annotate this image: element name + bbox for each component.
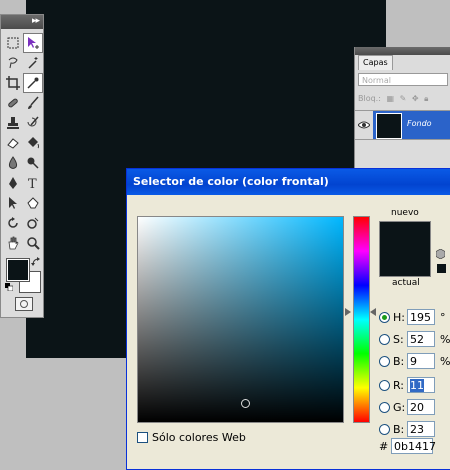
layer-name[interactable]: Fondo bbox=[407, 119, 432, 128]
3d-icon[interactable] bbox=[24, 214, 42, 232]
hue-radio[interactable] bbox=[379, 311, 390, 323]
hue-slider-left-arrow[interactable] bbox=[345, 308, 351, 316]
saturation-radio[interactable] bbox=[379, 333, 390, 345]
rotate-icon[interactable] bbox=[4, 214, 22, 232]
cube-icon[interactable] bbox=[436, 249, 445, 259]
lock-label: Bloq.: bbox=[358, 94, 381, 103]
blue-label: B: bbox=[393, 422, 405, 436]
hue-field-row: H: 195 ° bbox=[379, 308, 446, 326]
hue-unit: ° bbox=[440, 310, 446, 324]
green-radio[interactable] bbox=[379, 401, 390, 413]
lasso-icon[interactable] bbox=[4, 54, 22, 72]
foreground-color-swatch[interactable] bbox=[6, 258, 30, 282]
collapse-icon[interactable]: ▸▸ bbox=[32, 16, 40, 26]
blue-radio[interactable] bbox=[379, 423, 390, 435]
paint-bucket-icon[interactable] bbox=[24, 134, 42, 152]
hex-label: # bbox=[379, 439, 389, 453]
swap-colors-icon[interactable] bbox=[31, 257, 41, 267]
green-label: G: bbox=[393, 400, 406, 414]
blur-icon[interactable] bbox=[4, 154, 22, 172]
dodge-icon[interactable] bbox=[24, 154, 42, 172]
hand-icon[interactable] bbox=[4, 234, 22, 252]
healing-brush-icon[interactable] bbox=[4, 94, 22, 112]
lock-all-icon[interactable]: 🔒︎ bbox=[424, 94, 428, 103]
brightness-unit: % bbox=[440, 354, 450, 368]
web-colors-only-label[interactable]: Sólo colores Web bbox=[152, 431, 246, 444]
color-field[interactable] bbox=[137, 216, 344, 423]
default-colors-icon[interactable] bbox=[5, 283, 13, 291]
eraser-icon[interactable] bbox=[4, 134, 22, 152]
lock-transparency-icon[interactable]: ▦ bbox=[386, 94, 394, 103]
eyedropper-icon[interactable] bbox=[23, 73, 43, 93]
web-colors-only-row: Sólo colores Web bbox=[137, 431, 246, 444]
brightness-input[interactable]: 9 bbox=[407, 353, 435, 369]
brightness-field-row: B: 9 % bbox=[379, 352, 450, 370]
lock-pixels-icon[interactable]: ✎ bbox=[400, 94, 407, 103]
blend-mode-select[interactable]: Normal bbox=[358, 73, 448, 86]
hex-field-row: # 0b1417 bbox=[379, 438, 436, 454]
toolbox: ▸▸ T bbox=[0, 14, 44, 318]
saturation-input[interactable]: 52 bbox=[407, 331, 435, 347]
shape-icon[interactable] bbox=[24, 194, 42, 212]
path-select-icon[interactable] bbox=[4, 194, 22, 212]
brush-icon[interactable] bbox=[24, 94, 42, 112]
brightness-label: B: bbox=[393, 354, 405, 368]
color-swatches bbox=[5, 257, 41, 297]
dialog-title[interactable]: Selector de color (color frontal) bbox=[127, 169, 450, 195]
color-picker-dialog: Selector de color (color frontal) nuevo … bbox=[126, 168, 450, 470]
blue-field-row: B: 23 bbox=[379, 420, 435, 438]
red-input-value: 11 bbox=[410, 379, 424, 392]
toolbox-titlebar[interactable]: ▸▸ bbox=[1, 15, 43, 29]
layers-panel-titlebar[interactable] bbox=[355, 47, 450, 55]
red-field-row: R: 11 bbox=[379, 376, 435, 394]
pen-icon[interactable] bbox=[4, 174, 22, 192]
current-color-label: actual bbox=[392, 278, 420, 288]
zoom-icon[interactable] bbox=[24, 234, 42, 252]
quick-mask-icon[interactable] bbox=[15, 297, 33, 311]
layer-row[interactable]: Fondo bbox=[355, 110, 450, 140]
color-field-cursor[interactable] bbox=[241, 399, 250, 408]
visibility-eye-icon[interactable] bbox=[355, 111, 373, 139]
saturation-label: S: bbox=[393, 332, 404, 346]
web-colors-only-checkbox[interactable] bbox=[137, 432, 148, 443]
history-brush-icon[interactable] bbox=[24, 114, 42, 132]
green-field-row: G: 20 bbox=[379, 398, 435, 416]
blue-input[interactable]: 23 bbox=[407, 421, 435, 437]
hue-slider[interactable] bbox=[353, 216, 370, 423]
red-label: R: bbox=[393, 378, 405, 392]
marquee-icon[interactable] bbox=[4, 34, 22, 52]
move-icon[interactable] bbox=[23, 33, 43, 53]
lock-position-icon[interactable]: ✥ bbox=[412, 94, 419, 103]
brightness-radio[interactable] bbox=[379, 355, 390, 367]
hue-slider-right-arrow[interactable] bbox=[370, 308, 376, 316]
tool-grid: T bbox=[1, 29, 43, 253]
layer-thumbnail bbox=[376, 113, 402, 139]
saturation-unit: % bbox=[440, 332, 450, 346]
stamp-icon[interactable] bbox=[4, 114, 22, 132]
lock-row: Bloq.: ▦ ✎ ✥ 🔒︎ bbox=[358, 94, 431, 104]
web-safe-swatch[interactable] bbox=[437, 264, 446, 273]
new-color-preview bbox=[379, 221, 431, 277]
layers-panel: Capas Normal Bloq.: ▦ ✎ ✥ 🔒︎ Fondo bbox=[354, 47, 450, 172]
hue-input[interactable]: 195 bbox=[407, 309, 435, 325]
red-input[interactable]: 11 bbox=[407, 377, 435, 393]
magic-wand-icon[interactable] bbox=[24, 54, 42, 72]
green-input[interactable]: 20 bbox=[407, 399, 435, 415]
tab-layers[interactable]: Capas bbox=[358, 55, 393, 70]
type-icon[interactable]: T bbox=[24, 174, 42, 192]
crop-icon[interactable] bbox=[4, 74, 22, 92]
svg-text:T: T bbox=[28, 177, 37, 190]
hex-input[interactable]: 0b1417 bbox=[391, 438, 436, 454]
red-radio[interactable] bbox=[379, 379, 390, 391]
new-color-label: nuevo bbox=[391, 208, 419, 218]
hue-label: H: bbox=[393, 310, 405, 324]
saturation-field-row: S: 52 % bbox=[379, 330, 450, 348]
